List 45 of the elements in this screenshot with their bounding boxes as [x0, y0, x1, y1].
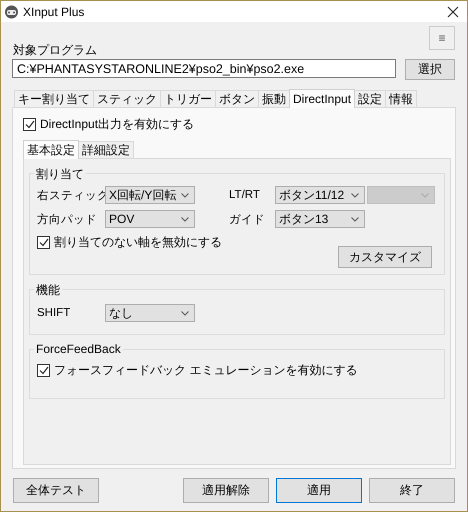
- tab[interactable]: キー割り当て: [14, 90, 94, 107]
- window-title: XInput Plus: [23, 4, 86, 18]
- dialog-button[interactable]: 適用解除: [183, 478, 269, 502]
- browse-button[interactable]: 選択: [405, 59, 455, 80]
- dropdown[interactable]: X回転/Y回転: [105, 186, 195, 204]
- customize-button[interactable]: カスタマイズ: [338, 246, 432, 268]
- dropdown[interactable]: POV: [105, 210, 195, 228]
- dialog-button[interactable]: 適用: [276, 478, 362, 502]
- group-title: 割り当て: [34, 166, 86, 183]
- checkbox[interactable]: [37, 236, 50, 248]
- tab[interactable]: 基本設定: [23, 140, 79, 159]
- close-icon[interactable]: [447, 6, 459, 18]
- dialog-button[interactable]: 全体テスト: [13, 478, 99, 502]
- chevron-down-icon: [351, 192, 359, 198]
- checkbox[interactable]: [37, 364, 50, 376]
- tab[interactable]: トリガー: [160, 90, 216, 107]
- dropdown[interactable]: ボタン13: [275, 210, 365, 228]
- field-label: ガイド: [229, 212, 266, 226]
- tab[interactable]: 振動: [258, 90, 290, 107]
- checkbox-label: DirectInput出力を有効にする: [40, 116, 194, 132]
- tab[interactable]: DirectInput: [289, 89, 356, 108]
- gamepad-icon: [4, 4, 19, 18]
- group-title: ForceFeedBack: [34, 342, 123, 356]
- field-label: 対象プログラム: [13, 42, 98, 58]
- tab[interactable]: 設定: [354, 90, 386, 107]
- field-label: SHIFT: [37, 307, 72, 319]
- tab[interactable]: 情報: [385, 90, 418, 107]
- chevron-down-icon: [181, 310, 189, 316]
- field-label: LT/RT: [229, 189, 261, 201]
- checkbox[interactable]: [23, 118, 36, 130]
- chevron-down-icon: [421, 192, 429, 198]
- tab[interactable]: 詳細設定: [78, 141, 134, 158]
- dropdown[interactable]: ボタン11/12: [275, 186, 365, 204]
- menu-button[interactable]: ≡: [429, 26, 455, 50]
- dialog-button[interactable]: 終了: [369, 478, 455, 502]
- chevron-down-icon: [351, 216, 359, 222]
- checkbox-label: フォースフィードバック エミュレーションを有効にする: [54, 362, 358, 378]
- field-label: 方向パッド: [37, 212, 98, 226]
- path-field[interactable]: C:¥PHANTASYSTARONLINE2¥pso2_bin¥pso2.exe: [12, 59, 396, 78]
- chevron-down-icon: [181, 192, 189, 198]
- checkbox-label: 割り当てのない軸を無効にする: [54, 234, 222, 250]
- dropdown[interactable]: なし: [105, 304, 195, 322]
- tab[interactable]: ボタン: [215, 90, 259, 107]
- chevron-down-icon: [181, 216, 189, 222]
- tab[interactable]: スティック: [93, 90, 161, 107]
